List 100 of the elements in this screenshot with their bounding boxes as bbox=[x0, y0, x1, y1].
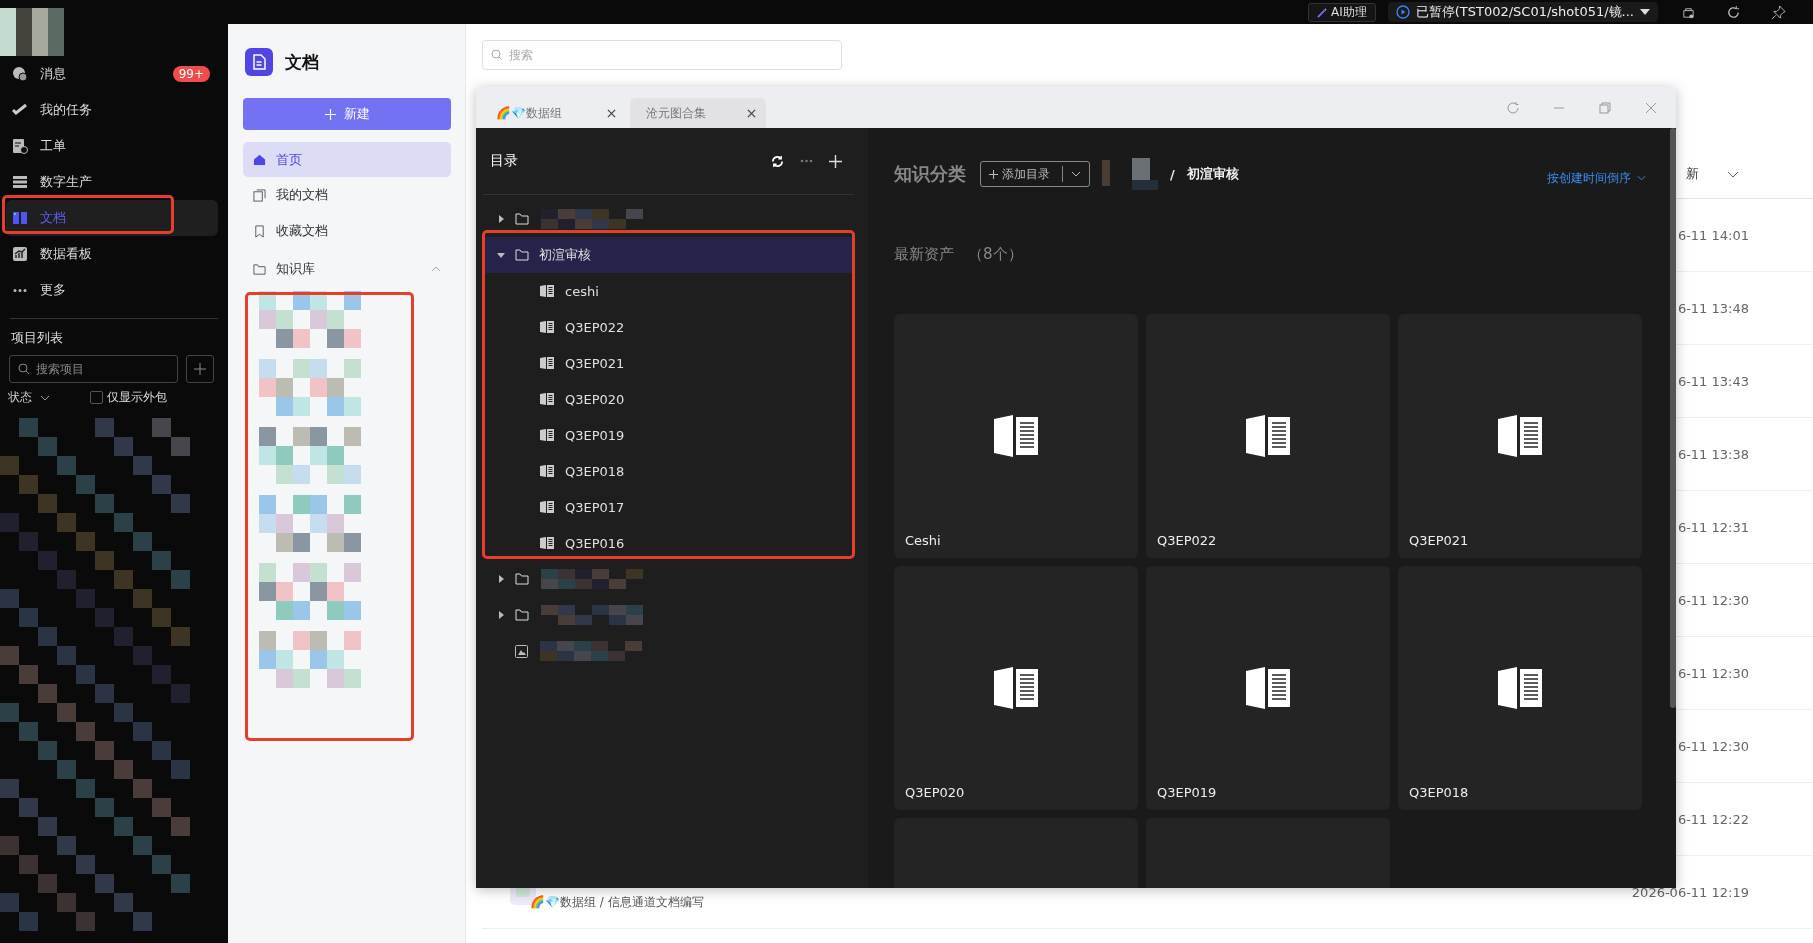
menu-item[interactable]: 首页 bbox=[243, 142, 451, 177]
asset-card[interactable]: Q3EP021 bbox=[1398, 314, 1642, 558]
chat-icon bbox=[12, 66, 28, 82]
nav-item[interactable]: 工单 bbox=[6, 128, 218, 164]
tree-node[interactable]: Q3EP019 bbox=[483, 417, 854, 453]
add-directory-button[interactable]: 添加目录 bbox=[980, 161, 1090, 187]
playback-status-dropdown[interactable]: 已暂停(TST002/SC01/shot051/镜... bbox=[1387, 2, 1658, 22]
plus-icon[interactable] bbox=[829, 154, 842, 168]
search-icon bbox=[18, 363, 30, 375]
tree-node[interactable]: ceshi bbox=[483, 273, 854, 309]
ai-assistant-button[interactable]: AI助理 bbox=[1307, 2, 1376, 22]
bookmark-icon bbox=[253, 224, 266, 238]
tree-node[interactable]: Q3EP017 bbox=[483, 489, 854, 525]
caret-icon[interactable] bbox=[497, 611, 505, 619]
refresh-icon[interactable] bbox=[1726, 4, 1741, 20]
book-icon bbox=[539, 356, 555, 370]
asset-card[interactable]: Q3EP022 bbox=[1146, 314, 1390, 558]
tab[interactable]: 沧元图合集 bbox=[630, 98, 766, 128]
chevron-down-icon bbox=[1071, 171, 1081, 177]
tree-node[interactable]: Q3EP020 bbox=[483, 381, 854, 417]
nav-item[interactable]: 消息 99+ bbox=[6, 56, 218, 92]
table-cell-text: 6-11 12:30 bbox=[1676, 665, 1750, 681]
scrollbar[interactable] bbox=[1670, 128, 1676, 708]
nav-item[interactable]: 数字生产 bbox=[6, 164, 218, 200]
chevron-down-icon bbox=[40, 394, 50, 401]
tree-node[interactable]: Q3EP016 bbox=[483, 525, 854, 561]
book-icon bbox=[12, 210, 28, 226]
table-cell-text: 6-11 13:43 bbox=[1676, 373, 1750, 389]
nav-item[interactable]: 数据看板 bbox=[6, 236, 218, 272]
book-icon bbox=[1497, 666, 1543, 710]
close-icon[interactable] bbox=[607, 108, 616, 118]
folder-icon bbox=[515, 609, 529, 621]
book-icon bbox=[993, 414, 1039, 458]
chevron-icon bbox=[431, 266, 441, 272]
panel-title: 文档 bbox=[285, 50, 319, 74]
close-icon[interactable] bbox=[747, 108, 756, 118]
table-cell-text: 6-11 13:48 bbox=[1676, 300, 1750, 316]
book-icon bbox=[993, 666, 1039, 710]
search-icon bbox=[491, 49, 503, 61]
nav-item[interactable]: 我的任务 bbox=[6, 92, 218, 128]
table-cell-text: 6-11 12:30 bbox=[1676, 592, 1750, 608]
table-cell-text: 6-11 14:01 bbox=[1676, 227, 1750, 243]
more-icon[interactable] bbox=[800, 159, 813, 163]
breadcrumb-item[interactable]: 初渲审核 bbox=[1186, 165, 1239, 183]
pin-icon[interactable] bbox=[1771, 4, 1786, 20]
section-title: 项目列表 bbox=[10, 329, 64, 347]
asset-card[interactable]: Q3EP020 bbox=[894, 566, 1138, 810]
search-field[interactable]: 搜索项目 bbox=[9, 355, 178, 383]
nav-item[interactable]: 文档 bbox=[6, 200, 218, 236]
tab[interactable]: 🌈💎数据组 bbox=[490, 98, 626, 128]
folder-icon bbox=[515, 573, 529, 585]
caret-down-icon bbox=[1640, 9, 1650, 15]
checkbox[interactable] bbox=[90, 391, 103, 404]
tree-node[interactable]: Q3EP018 bbox=[483, 453, 854, 489]
caret-icon[interactable] bbox=[497, 215, 505, 223]
refresh-icon[interactable] bbox=[771, 154, 784, 168]
book-icon bbox=[1245, 666, 1291, 710]
caret-icon[interactable] bbox=[497, 575, 505, 583]
nav-item[interactable]: 更多 bbox=[6, 272, 218, 308]
tree-node[interactable]: Q3EP021 bbox=[483, 345, 854, 381]
table-cell-text: 6-11 12:31 bbox=[1676, 519, 1750, 535]
book-icon bbox=[539, 536, 555, 550]
book-icon bbox=[539, 320, 555, 334]
knowledge-base-toggle[interactable]: 知识库 bbox=[243, 251, 451, 287]
redacted-block bbox=[0, 8, 66, 56]
status-dropdown[interactable]: 状态 bbox=[8, 389, 50, 406]
tree-node[interactable]: Q3EP022 bbox=[483, 309, 854, 345]
document-icon bbox=[245, 48, 273, 76]
caret-icon[interactable] bbox=[497, 251, 505, 259]
folder-icon bbox=[253, 262, 266, 276]
more-icon bbox=[13, 288, 27, 292]
table-cell-text: 6-11 12:30 bbox=[1676, 738, 1750, 754]
table-cell-text: 2026-06-11 12:19 bbox=[1630, 884, 1750, 900]
breadcrumb-separator: / bbox=[1170, 166, 1175, 182]
book-icon bbox=[539, 392, 555, 406]
chevron-down-icon[interactable] bbox=[1727, 170, 1739, 178]
copy-icon bbox=[253, 188, 266, 202]
book-icon bbox=[539, 428, 555, 442]
column-header[interactable]: 新 bbox=[1686, 165, 1699, 183]
check-icon bbox=[12, 102, 28, 118]
form-icon bbox=[12, 138, 28, 154]
sort-dropdown[interactable]: 按创建时间倒序 bbox=[1547, 169, 1646, 187]
book-icon bbox=[539, 500, 555, 514]
home-icon bbox=[253, 153, 266, 166]
asset-count: （8个） bbox=[968, 244, 1023, 264]
asset-card[interactable]: Q3EP018 bbox=[1398, 566, 1642, 810]
asset-card[interactable]: Q3EP019 bbox=[1146, 566, 1390, 810]
table-cell-text: 6-11 13:38 bbox=[1676, 446, 1750, 462]
menu-item[interactable]: 我的文档 bbox=[243, 177, 451, 213]
tree-node[interactable]: 初渲审核 bbox=[483, 237, 854, 273]
chart-icon bbox=[12, 246, 28, 262]
book-icon bbox=[539, 464, 555, 478]
section-title: 知识分类 bbox=[894, 162, 966, 186]
menu-item[interactable]: 收藏文档 bbox=[243, 213, 451, 249]
new-button[interactable]: 新建 bbox=[243, 98, 451, 130]
document-path: 🌈💎数据组 / 信息通道文档编写 bbox=[530, 893, 704, 911]
table-cell-text: 6-11 12:22 bbox=[1676, 811, 1750, 827]
redacted-block bbox=[1102, 158, 1158, 190]
asset-card[interactable]: Ceshi bbox=[894, 314, 1138, 558]
panel-title: 目录 bbox=[490, 152, 519, 170]
